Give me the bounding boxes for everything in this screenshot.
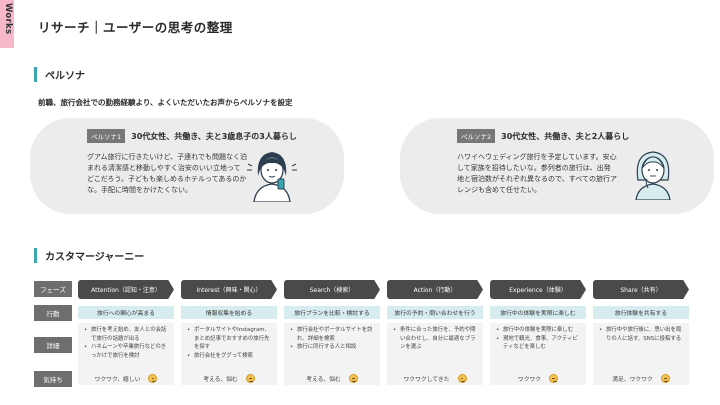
feeling-text: 考える、悩む xyxy=(306,376,341,383)
detail-item: 旅行中の体験を実際に楽しむ xyxy=(496,326,582,335)
persona-badge: ペルソナ2 xyxy=(457,129,496,143)
detail-cell: 旅行会社やポータルサイトを訪れ、詳細を検索旅行に同行する人と相談 xyxy=(284,323,380,373)
detail-item: 旅行中や旅行後に、思い出を周りの人に話す、SNSに投稿する xyxy=(599,326,685,343)
persona-header: ペルソナ2 30代女性、共働き、夫と2人暮らし xyxy=(457,129,629,143)
feeling-cell: 考える、悩む xyxy=(284,371,380,385)
accent-bar xyxy=(34,66,37,82)
persona-header: ペルソナ1 30代女性、共働き、夫と3歳息子の3人暮らし xyxy=(87,129,297,143)
action-cell: 旅行中の体験を実際に楽しむ xyxy=(490,306,586,319)
smile-emoji-icon xyxy=(549,373,559,383)
accent-bar xyxy=(34,247,37,263)
persona-title: 30代女性、共働き、夫と3歳息子の3人暮らし xyxy=(131,131,297,141)
smile-emoji-icon xyxy=(148,373,158,383)
detail-cell: 旅行中の体験を実際に楽しむ現地で観光、食事、アクティビティなどを楽しむ xyxy=(490,323,586,373)
feeling-cell: 満足、ワクワク xyxy=(593,371,689,385)
detail-item: 旅行を考え始め、友人との会話で旅行の話題が出る xyxy=(84,326,170,343)
page-title: リサーチ｜ユーザーの思考の整理 xyxy=(38,20,233,35)
persona-body: グアム旅行に行きたいけど、子連れでも問題なく泊まれる清潔感と移動しやすく治安のい… xyxy=(87,153,247,194)
action-cell: 旅行プランを比較・検討する xyxy=(284,306,380,319)
feeling-text: ワクワク xyxy=(517,376,542,383)
row-label-action: 行動 xyxy=(34,305,72,321)
action-cell: 旅行の予約・問い合わせを行う xyxy=(387,306,483,319)
detail-cell: 条件に合った旅行を、予約や問い合わせし、自分に最適なプランを選ぶ xyxy=(387,323,483,373)
detail-item: 現地で観光、食事、アクティビティなどを楽しむ xyxy=(496,335,582,352)
feeling-text: ワクワクしてきた xyxy=(403,376,450,383)
action-cell: 旅行体験を共有する xyxy=(593,306,689,319)
phase-experience: Experience（体験） xyxy=(490,280,586,299)
works-tab-label: Works xyxy=(3,3,13,35)
smile-emoji-icon xyxy=(457,373,467,383)
feeling-text: ワクワク、嬉しい xyxy=(94,376,141,383)
persona-title: 30代女性、共働き、夫と2人暮らし xyxy=(501,131,630,141)
detail-item: ハネムーンや卒業旅行などのきっかけで旅行を検討 xyxy=(84,343,170,360)
detail-cell: ポータルサイトやInstagram、まとめ記事でおすすめの旅行先を探す旅行会社を… xyxy=(181,323,277,373)
action-cell: 旅行への関心が高まる xyxy=(78,306,174,319)
thinking-emoji-icon xyxy=(348,373,358,383)
detail-item: 旅行会社をググって検索 xyxy=(187,352,273,361)
feeling-cell: ワクワク、嬉しい xyxy=(78,371,174,385)
thinking-emoji-icon xyxy=(245,373,255,383)
woman-thinking-avatar-icon xyxy=(628,148,678,204)
phase-action: Action（行動） xyxy=(387,280,483,299)
phase-share: Share（共有） xyxy=(593,280,689,299)
persona-intro-text: 前職、旅行会社での勤務経験より、よくいただいたお声からペルソナを設定 xyxy=(38,98,293,107)
detail-item: 旅行会社やポータルサイトを訪れ、詳細を検索 xyxy=(290,326,376,343)
persona-badge: ペルソナ1 xyxy=(87,129,126,143)
detail-item: 旅行に同行する人と相談 xyxy=(290,343,376,352)
detail-cell: 旅行を考え始め、友人との会話で旅行の話題が出るハネムーンや卒業旅行などのきっかけ… xyxy=(78,323,174,373)
detail-cell: 旅行中や旅行後に、思い出を周りの人に話す、SNSに投稿する xyxy=(593,323,689,373)
persona-body: ハワイへウェディング旅行を予定しています。安心して家族を招待したいな。参列者の旅… xyxy=(457,153,617,194)
smile-emoji-icon xyxy=(660,373,670,383)
detail-item: ポータルサイトやInstagram、まとめ記事でおすすめの旅行先を探す xyxy=(187,326,273,352)
woman-phone-avatar-icon xyxy=(244,146,300,206)
section-heading-journey: カスタマージャーニー xyxy=(34,247,144,263)
feeling-cell: ワクワク xyxy=(490,371,586,385)
phase-interest: Interest（興味・関心） xyxy=(181,280,277,299)
phase-search: Search（検索） xyxy=(284,280,380,299)
section-heading-persona: ペルソナ xyxy=(34,66,85,82)
section-heading-text: カスタマージャーニー xyxy=(45,251,145,263)
action-cell: 情報収集を始める xyxy=(181,306,277,319)
row-label-feeling: 気持ち xyxy=(34,371,72,387)
feeling-text: 満足、ワクワク xyxy=(612,376,653,383)
feeling-cell: ワクワクしてきた xyxy=(387,371,483,385)
persona-card-2: ペルソナ2 30代女性、共働き、夫と2人暮らし ハワイへウェディング旅行を予定し… xyxy=(400,118,714,214)
row-label-phase: フェーズ xyxy=(34,281,72,297)
phase-attention: Attention（認知・注意） xyxy=(78,280,174,299)
section-heading-text: ペルソナ xyxy=(45,70,85,82)
row-label-detail: 詳細 xyxy=(34,337,72,353)
works-side-tab: Works xyxy=(0,0,14,48)
feeling-cell: 考える、悩む xyxy=(181,371,277,385)
feeling-text: 考える、悩む xyxy=(203,376,238,383)
persona-card-1: ペルソナ1 30代女性、共働き、夫と3歳息子の3人暮らし グアム旅行に行きたいけ… xyxy=(30,118,344,214)
detail-item: 条件に合った旅行を、予約や問い合わせし、自分に最適なプランを選ぶ xyxy=(393,326,479,352)
